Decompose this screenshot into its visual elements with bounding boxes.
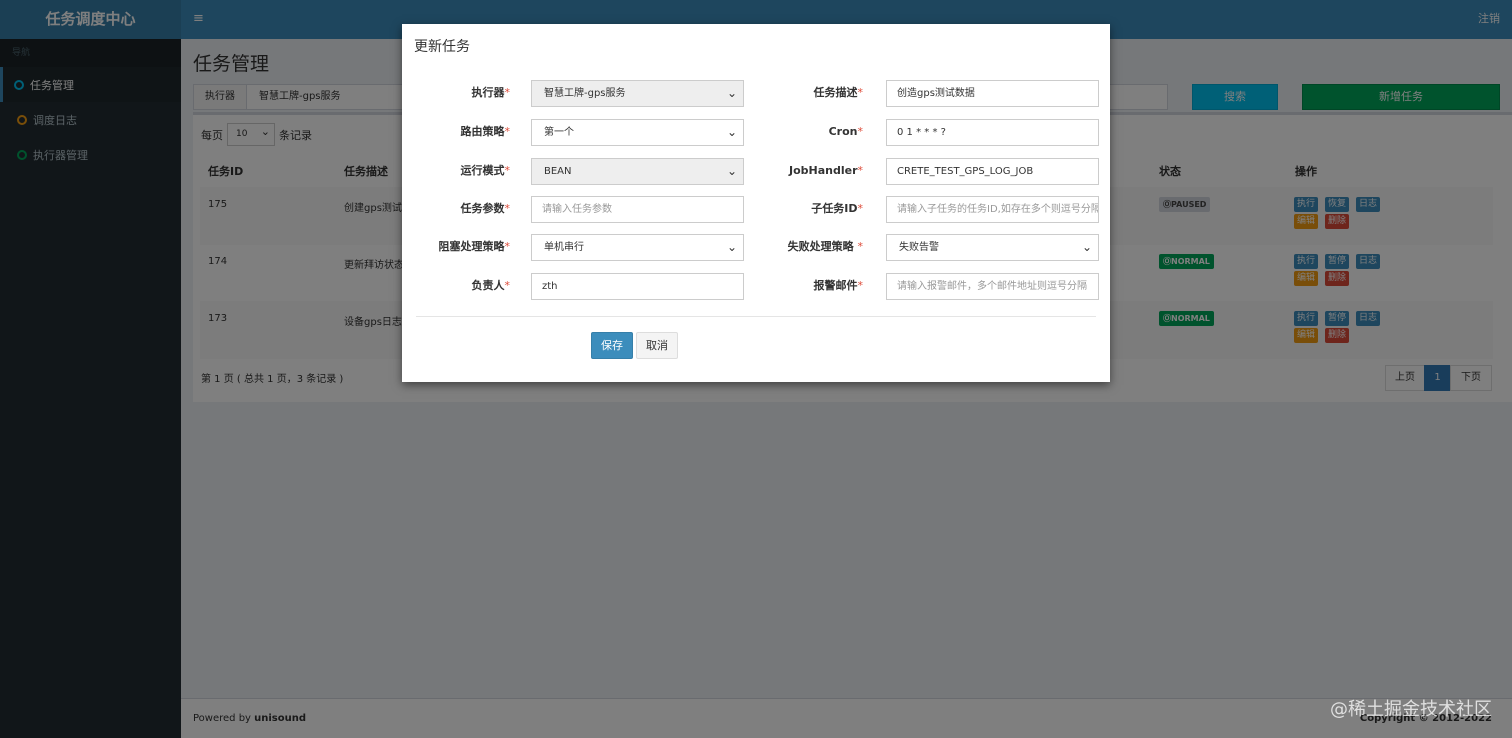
alarm-email-label: 报警邮件* <box>723 273 864 299</box>
required-mark: * <box>504 86 511 99</box>
modal-title: 更新任务 <box>414 39 470 55</box>
glue-type-select[interactable]: BEAN ⌄ <box>531 158 744 185</box>
route-strategy-label: 路由策略* <box>370 119 511 145</box>
job-handler-input[interactable]: CRETE_TEST_GPS_LOG_JOB <box>886 158 1099 185</box>
required-mark: * <box>857 125 864 138</box>
job-param-label: 任务参数* <box>370 196 511 222</box>
child-job-id-input[interactable]: 请输入子任务的任务ID,如存在多个则逗号分隔 <box>886 196 1099 223</box>
update-job-modal: 更新任务 执行器* 智慧工牌-gps服务 ⌄ 任务描述* 创造gps测试数据 路由… <box>402 24 1110 382</box>
author-input[interactable]: zth <box>531 273 744 300</box>
required-mark: * <box>857 86 864 99</box>
save-button[interactable]: 保存 <box>591 332 633 359</box>
glue-type-label: 运行模式* <box>370 158 511 184</box>
block-strategy-select[interactable]: 单机串行 ⌄ <box>531 234 744 261</box>
executor-select-value: 智慧工牌-gps服务 <box>544 88 626 99</box>
glue-type-value: BEAN <box>544 166 572 177</box>
block-strategy-label: 阻塞处理策略* <box>370 234 511 260</box>
required-mark: * <box>857 202 864 215</box>
child-job-id-label-text: 子任务ID <box>811 202 858 215</box>
author-label: 负责人* <box>370 273 511 299</box>
required-mark: * <box>504 125 511 138</box>
route-strategy-label-text: 路由策略 <box>460 125 505 138</box>
watermark: @稀土掘金技术社区 <box>1330 699 1492 720</box>
route-strategy-value: 第一个 <box>544 127 574 138</box>
required-mark: * <box>504 279 511 292</box>
job-desc-input[interactable]: 创造gps测试数据 <box>886 80 1099 107</box>
block-strategy-label-text: 阻塞处理策略 <box>438 240 505 253</box>
job-desc-label-text: 任务描述 <box>813 86 858 99</box>
required-mark: * <box>857 279 864 292</box>
job-desc-label: 任务描述* <box>723 80 864 106</box>
executor-label: 执行器* <box>370 80 511 106</box>
required-mark: * <box>504 240 511 253</box>
required-mark: * <box>504 164 511 177</box>
cron-label-text: Cron <box>828 125 858 138</box>
fail-strategy-label-text: 失败处理策略 <box>787 240 858 253</box>
fail-strategy-select[interactable]: 失败告警 ⌄ <box>886 234 1099 261</box>
job-handler-label-text: JobHandler <box>788 164 858 177</box>
job-param-label-text: 任务参数 <box>460 202 505 215</box>
chevron-down-icon: ⌄ <box>1081 240 1092 254</box>
block-strategy-value: 单机串行 <box>544 242 584 253</box>
job-param-input[interactable]: 请输入任务参数 <box>531 196 744 223</box>
required-mark: * <box>857 240 864 253</box>
fail-strategy-value: 失败告警 <box>899 242 939 253</box>
child-job-id-label: 子任务ID* <box>723 196 863 222</box>
cron-label: Cron* <box>723 119 863 145</box>
executor-select[interactable]: 智慧工牌-gps服务 ⌄ <box>531 80 744 107</box>
route-strategy-select[interactable]: 第一个 ⌄ <box>531 119 744 146</box>
executor-label-text: 执行器 <box>471 86 505 99</box>
alarm-email-input[interactable]: 请输入报警邮件，多个邮件地址则逗号分隔 <box>886 273 1099 300</box>
author-label-text: 负责人 <box>471 279 505 292</box>
alarm-email-label-text: 报警邮件 <box>813 279 858 292</box>
glue-type-label-text: 运行模式 <box>460 164 505 177</box>
fail-strategy-label: 失败处理策略 * <box>723 234 863 260</box>
modal-divider <box>416 316 1096 317</box>
cron-input[interactable]: 0 1 * * * ? <box>886 119 1099 146</box>
required-mark: * <box>504 202 511 215</box>
cancel-button[interactable]: 取消 <box>636 332 678 359</box>
job-handler-label: JobHandler* <box>723 158 863 184</box>
required-mark: * <box>857 164 864 177</box>
